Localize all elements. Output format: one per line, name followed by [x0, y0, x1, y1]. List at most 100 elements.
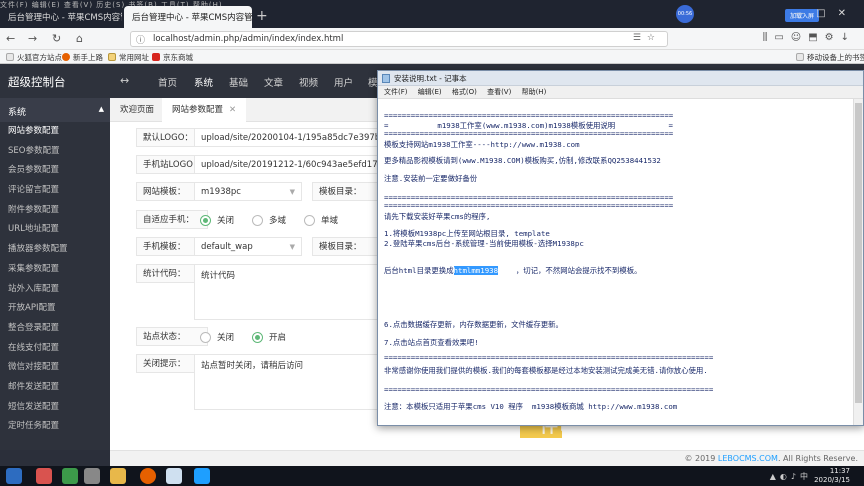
sidebar-item[interactable]: 开放API配置: [0, 299, 110, 319]
notepad-titlebar[interactable]: 安装说明.txt - 记事本: [378, 71, 863, 86]
app-icon[interactable]: [194, 468, 210, 484]
sidebar-item[interactable]: 附件参数配置: [0, 201, 110, 221]
start-icon[interactable]: [6, 468, 22, 484]
text-line: 7.点击站点首页查看效果吧!: [384, 338, 479, 347]
menu-toggle-icon[interactable]: ↔: [120, 74, 129, 87]
notepad-menu-help[interactable]: 帮助(H): [522, 88, 547, 96]
sidebar-item[interactable]: 微信对接配置: [0, 358, 110, 378]
bookmark-item[interactable]: 常用网址: [108, 52, 149, 63]
window-controls[interactable]: —□✕: [794, 8, 858, 19]
text-line: 6.点击数据缓存更新，内存数据更新，文件缓存更新。: [384, 320, 563, 329]
avatar[interactable]: 00:56: [676, 5, 694, 23]
status-label: 站点状态：: [136, 327, 208, 346]
mobile-template-select[interactable]: default_wap ▼: [194, 237, 302, 256]
notepad-menu-edit[interactable]: 编辑(E): [418, 88, 442, 96]
text-line: 非常感谢你使用我们提供的模板.我们的每套模板都是经过本地安装测试完成美无错.请你…: [384, 366, 708, 375]
app-icon[interactable]: [36, 468, 52, 484]
notepad-menu-file[interactable]: 文件(F): [384, 88, 408, 96]
bookmark-item[interactable]: 火狐官方站点: [6, 52, 62, 63]
topnav-item[interactable]: 视频: [299, 75, 318, 89]
status-radio-off[interactable]: 关闭: [200, 331, 234, 343]
sidebar-item[interactable]: 定时任务配置: [0, 417, 110, 437]
topnav-item[interactable]: 首页: [158, 75, 177, 89]
close-tip-textarea[interactable]: 站点暂时关闭，请稍后访问: [194, 354, 378, 410]
radio-icon: [252, 214, 263, 226]
reload-icon[interactable]: ↻: [52, 32, 61, 45]
sidebar-item[interactable]: URL地址配置: [0, 220, 110, 240]
system-tray-icons[interactable]: ▲◐♪中: [770, 471, 812, 482]
tab-site-config[interactable]: 网站参数配置 ✕: [162, 98, 247, 122]
sidebar-item[interactable]: 邮件发送配置: [0, 378, 110, 398]
browser-tab-1[interactable]: 后台管理中心 - 苹果CMS内容管理 ✕: [0, 6, 122, 28]
clock[interactable]: 11:37 2020/3/15: [814, 467, 850, 485]
tab-label: 后台管理中心 - 苹果CMS内容管理: [8, 13, 122, 23]
sidebar-item[interactable]: 采集参数配置: [0, 260, 110, 280]
sidebar-item[interactable]: 播放器参数配置: [0, 240, 110, 260]
logo-input[interactable]: upload/site/20200104-1/195a85dc7e397b85d…: [194, 128, 378, 147]
stats-textarea[interactable]: 统计代码: [194, 264, 378, 320]
sidebar-item[interactable]: 在线支付配置: [0, 339, 110, 359]
radio-checked-icon: [200, 214, 211, 226]
topnav-item[interactable]: 基础: [229, 75, 248, 89]
sidebar-item[interactable]: SEO参数配置: [0, 142, 110, 162]
new-tab-icon[interactable]: +: [256, 8, 268, 24]
mobile-logo-input[interactable]: upload/site/20191212-1/60c943ae5efd17f8b…: [194, 155, 378, 174]
notepad-menu: 文件(F) 编辑(E) 格式(O) 查看(V) 帮助(H): [378, 86, 863, 99]
bookmark-item[interactable]: 新手上路: [62, 52, 103, 63]
browser-tab-2[interactable]: 后台管理中心 - 苹果CMS内容管理 ✕: [124, 6, 252, 28]
notepad-task-icon[interactable]: [166, 468, 182, 484]
bookmark-item[interactable]: 移动设备上的书签: [796, 52, 864, 63]
notepad-window: 安装说明.txt - 记事本 文件(F) 编辑(E) 格式(O) 查看(V) 帮…: [377, 70, 864, 426]
bookmark-star-icon[interactable]: ☰☆: [633, 33, 661, 43]
sidebar-item[interactable]: 整合登录配置: [0, 319, 110, 339]
notepad-menu-view[interactable]: 查看(V): [487, 88, 511, 96]
text-line: 请先下载安装好苹果cms的程序,: [384, 212, 491, 221]
topnav-item[interactable]: 用户: [334, 75, 353, 89]
bookmark-item[interactable]: 京东商城: [152, 52, 193, 63]
topnav-item[interactable]: 文章: [264, 75, 283, 89]
template-select[interactable]: m1938pc ▼: [194, 182, 302, 201]
folder-icon: [6, 53, 14, 61]
tab-label: 后台管理中心 - 苹果CMS内容管理: [132, 13, 252, 23]
footer: © 2019 LEBOCMS.COM. All Rights Reserve.: [110, 450, 864, 466]
adapt-radio-single[interactable]: 单域: [304, 214, 338, 226]
url-bar[interactable]: ⓘ localhost/admin.php/admin/index/index.…: [130, 31, 668, 47]
folder-icon[interactable]: [110, 468, 126, 484]
browser-tab-bar: 文件(F) 编辑(E) 查看(V) 历史(S) 书签(B) 工具(T) 帮助(H…: [0, 0, 864, 28]
home-icon[interactable]: ⌂: [76, 32, 83, 45]
back-icon[interactable]: ←: [6, 32, 15, 45]
caret-up-icon: ▲: [98, 105, 104, 113]
notepad-text[interactable]: ========================================…: [384, 103, 854, 421]
topnav-item-system[interactable]: 系统: [194, 75, 213, 89]
status-radio-on[interactable]: 开启: [252, 331, 286, 343]
tab-welcome[interactable]: 欢迎页面: [110, 98, 164, 122]
folder-icon: [796, 53, 804, 61]
notepad-scrollbar[interactable]: [853, 99, 863, 425]
text-line: ========================================…: [384, 129, 674, 138]
sidebar-item[interactable]: 会员参数配置: [0, 161, 110, 181]
adapt-label: 自适应手机：: [136, 210, 208, 229]
firefox-icon[interactable]: [140, 468, 156, 484]
folder-icon: [108, 53, 116, 61]
sidebar-header[interactable]: 系统 ▲: [0, 98, 110, 122]
adapt-radio-off[interactable]: 关闭: [200, 214, 234, 226]
sidebar-item-site-config[interactable]: 网站参数配置: [0, 122, 110, 142]
browser-tools-icons[interactable]: ⫼▭☺⬒⚙↓: [763, 32, 856, 43]
close-icon[interactable]: ✕: [229, 105, 236, 115]
sidebar-item[interactable]: 站外入库配置: [0, 280, 110, 300]
app-icon[interactable]: [62, 468, 78, 484]
radio-checked-icon: [252, 331, 263, 343]
url-text: localhost/admin.php/admin/index/index.ht…: [153, 34, 344, 44]
bookmarks-bar: 火狐官方站点 新手上路 常用网址 京东商城 移动设备上的书签: [0, 50, 864, 64]
info-icon[interactable]: ⓘ: [136, 33, 145, 46]
text-line: 更多精品影视模板请到(www.M1938.COM)模板购买,仿制,修改联系QQ2…: [384, 156, 661, 165]
sidebar-item[interactable]: 短信发送配置: [0, 398, 110, 418]
notepad-menu-format[interactable]: 格式(O): [452, 88, 477, 96]
app-icon[interactable]: [84, 468, 100, 484]
text-line: 2.登陆苹果cms后台-系统管理-当前使用模板-选择M1938pc: [384, 239, 584, 248]
scroll-thumb[interactable]: [855, 103, 862, 403]
forward-icon[interactable]: →: [28, 32, 37, 45]
adapt-radio-multi[interactable]: 多域: [252, 214, 286, 226]
taskbar: ▲◐♪中 11:37 2020/3/15: [0, 466, 864, 486]
sidebar-item[interactable]: 评论留言配置: [0, 181, 110, 201]
